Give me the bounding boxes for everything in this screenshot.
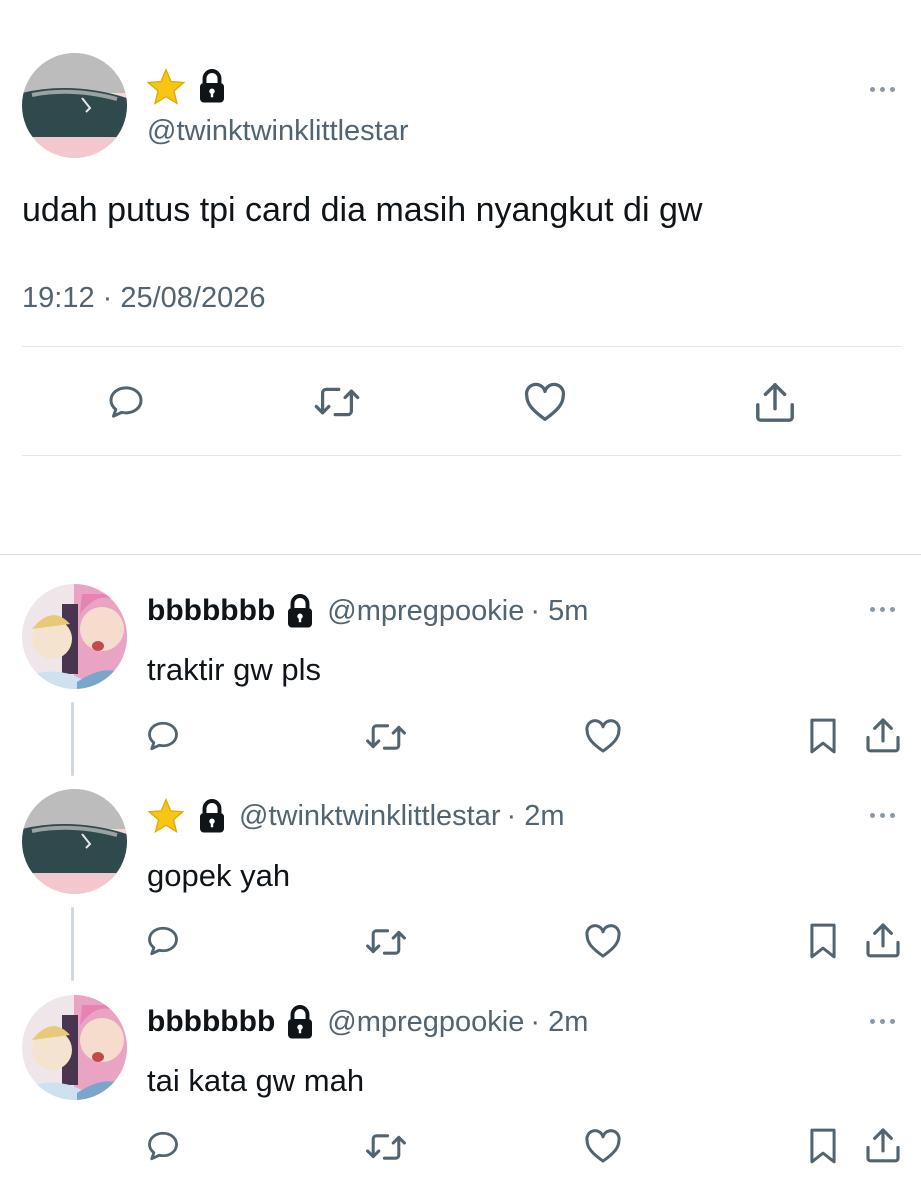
reply-icon[interactable] xyxy=(145,923,181,959)
lock-icon xyxy=(285,1004,315,1040)
main-tweet-handle[interactable]: @twinktwinklittlestar xyxy=(147,114,409,148)
reply-header: bbbbbbb @mpregpookie · 5m xyxy=(147,592,588,630)
handle[interactable]: @twinktwinklittlestar xyxy=(239,800,501,833)
more-options-icon[interactable] xyxy=(870,84,900,94)
more-options-icon[interactable] xyxy=(870,604,900,614)
divider xyxy=(22,455,901,456)
lock-icon xyxy=(197,68,227,104)
bookmark-icon[interactable] xyxy=(806,922,840,960)
avatar[interactable] xyxy=(22,584,127,689)
reply-header: @twinktwinklittlestar · 2m xyxy=(147,797,565,835)
reply-text: tai kata gw mah xyxy=(147,1063,365,1098)
retweet-icon[interactable] xyxy=(313,384,361,420)
bookmark-icon[interactable] xyxy=(806,1127,840,1165)
reply-time[interactable]: · 2m xyxy=(507,800,565,833)
share-icon[interactable] xyxy=(863,920,903,960)
reply-icon[interactable] xyxy=(105,382,147,422)
retweet-icon[interactable] xyxy=(365,1131,407,1163)
reply-text: traktir gw pls xyxy=(147,652,321,687)
handle[interactable]: @mpregpookie xyxy=(327,1006,524,1039)
share-icon[interactable] xyxy=(863,715,903,755)
reply-text: gopek yah xyxy=(147,858,291,893)
display-name[interactable]: bbbbbbb xyxy=(147,594,275,628)
retweet-icon[interactable] xyxy=(365,926,407,958)
share-icon[interactable] xyxy=(863,1125,903,1165)
reply-time[interactable]: · 2m xyxy=(530,1006,588,1039)
star-emoji-icon xyxy=(146,68,186,106)
lock-icon xyxy=(285,593,315,629)
reply-time[interactable]: · 5m xyxy=(530,595,588,628)
bookmark-icon[interactable] xyxy=(806,717,840,755)
more-options-icon[interactable] xyxy=(870,810,900,820)
like-icon[interactable] xyxy=(584,718,622,754)
like-icon[interactable] xyxy=(584,923,622,959)
retweet-icon[interactable] xyxy=(365,721,407,753)
reply-icon[interactable] xyxy=(145,1128,181,1164)
thread-line xyxy=(71,702,74,776)
divider xyxy=(22,346,901,347)
lock-icon xyxy=(197,798,227,834)
reply-icon[interactable] xyxy=(145,718,181,754)
share-icon[interactable] xyxy=(752,380,798,424)
star-emoji-icon xyxy=(147,798,185,834)
like-icon[interactable] xyxy=(523,382,567,422)
like-icon[interactable] xyxy=(584,1128,622,1164)
avatar[interactable] xyxy=(22,789,127,894)
avatar[interactable] xyxy=(22,53,127,158)
main-tweet-text: udah putus tpi card dia masih nyangkut d… xyxy=(22,191,703,229)
main-tweet-timestamp[interactable]: 19:12 · 25/08/2026 xyxy=(22,281,265,315)
thread-line xyxy=(71,907,74,981)
display-name[interactable]: bbbbbbb xyxy=(147,1005,275,1039)
handle[interactable]: @mpregpookie xyxy=(327,595,524,628)
more-options-icon[interactable] xyxy=(870,1016,900,1026)
section-divider xyxy=(0,554,921,555)
avatar[interactable] xyxy=(22,995,127,1100)
reply-header: bbbbbbb @mpregpookie · 2m xyxy=(147,1003,588,1041)
